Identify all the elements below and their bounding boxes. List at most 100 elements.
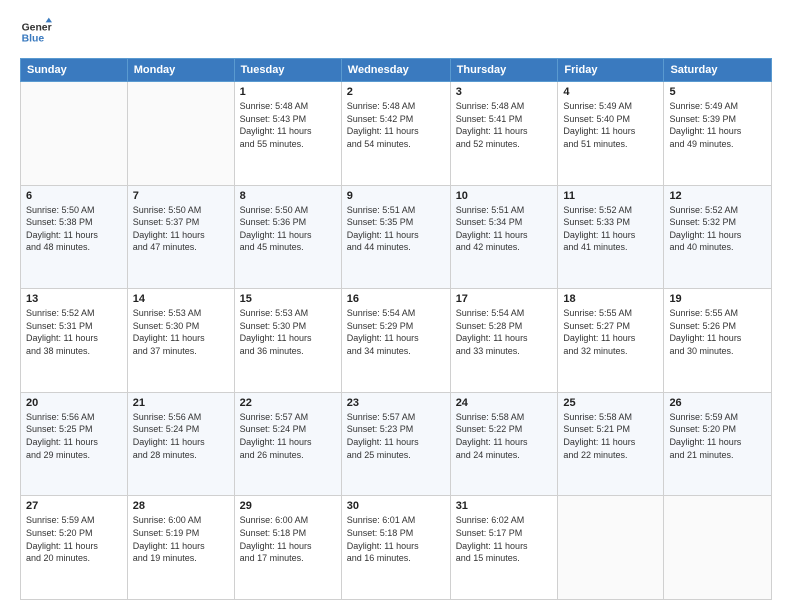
calendar-cell: 24 Sunrise: 5:58 AM Sunset: 5:22 PM Dayli… bbox=[450, 392, 558, 496]
calendar-cell: 1 Sunrise: 5:48 AM Sunset: 5:43 PM Daylig… bbox=[234, 82, 341, 186]
day-info: Sunrise: 5:59 AM Sunset: 5:20 PM Dayligh… bbox=[669, 411, 766, 461]
weekday-header-row: SundayMondayTuesdayWednesdayThursdayFrid… bbox=[21, 59, 772, 82]
calendar-cell: 23 Sunrise: 5:57 AM Sunset: 5:23 PM Dayli… bbox=[341, 392, 450, 496]
calendar-cell: 9 Sunrise: 5:51 AM Sunset: 5:35 PM Daylig… bbox=[341, 185, 450, 289]
day-info: Sunrise: 5:55 AM Sunset: 5:27 PM Dayligh… bbox=[563, 307, 658, 357]
weekday-header: Wednesday bbox=[341, 59, 450, 82]
calendar-cell: 31 Sunrise: 6:02 AM Sunset: 5:17 PM Dayli… bbox=[450, 496, 558, 600]
weekday-header: Sunday bbox=[21, 59, 128, 82]
calendar-cell: 3 Sunrise: 5:48 AM Sunset: 5:41 PM Daylig… bbox=[450, 82, 558, 186]
day-info: Sunrise: 5:52 AM Sunset: 5:33 PM Dayligh… bbox=[563, 204, 658, 254]
day-info: Sunrise: 5:59 AM Sunset: 5:20 PM Dayligh… bbox=[26, 514, 122, 564]
calendar-cell: 10 Sunrise: 5:51 AM Sunset: 5:34 PM Dayli… bbox=[450, 185, 558, 289]
day-number: 18 bbox=[563, 293, 658, 305]
day-number: 2 bbox=[347, 86, 445, 98]
day-info: Sunrise: 5:58 AM Sunset: 5:21 PM Dayligh… bbox=[563, 411, 658, 461]
day-number: 9 bbox=[347, 190, 445, 202]
day-number: 21 bbox=[133, 397, 229, 409]
calendar-cell: 16Sunrise: 5:54 AM Sunset: 5:29 PM Dayli… bbox=[341, 289, 450, 393]
svg-text:General: General bbox=[22, 22, 52, 33]
calendar-cell: 30 Sunrise: 6:01 AM Sunset: 5:18 PM Dayli… bbox=[341, 496, 450, 600]
calendar-week-row: 1 Sunrise: 5:48 AM Sunset: 5:43 PM Daylig… bbox=[21, 82, 772, 186]
day-info: Sunrise: 5:48 AM Sunset: 5:41 PM Dayligh… bbox=[456, 100, 553, 150]
calendar-cell: 21Sunrise: 5:56 AM Sunset: 5:24 PM Dayli… bbox=[127, 392, 234, 496]
day-number: 10 bbox=[456, 190, 553, 202]
day-number: 30 bbox=[347, 500, 445, 512]
calendar-cell: 17Sunrise: 5:54 AM Sunset: 5:28 PM Dayli… bbox=[450, 289, 558, 393]
day-info: Sunrise: 6:01 AM Sunset: 5:18 PM Dayligh… bbox=[347, 514, 445, 564]
calendar-cell bbox=[558, 496, 664, 600]
day-info: Sunrise: 5:51 AM Sunset: 5:35 PM Dayligh… bbox=[347, 204, 445, 254]
day-info: Sunrise: 5:57 AM Sunset: 5:24 PM Dayligh… bbox=[240, 411, 336, 461]
logo: General Blue bbox=[20, 16, 52, 48]
calendar-cell: 15Sunrise: 5:53 AM Sunset: 5:30 PM Dayli… bbox=[234, 289, 341, 393]
calendar-cell: 19Sunrise: 5:55 AM Sunset: 5:26 PM Dayli… bbox=[664, 289, 772, 393]
page: General Blue SundayMondayTuesdayWednesda… bbox=[0, 0, 792, 612]
day-number: 5 bbox=[669, 86, 766, 98]
day-info: Sunrise: 6:02 AM Sunset: 5:17 PM Dayligh… bbox=[456, 514, 553, 564]
day-number: 28 bbox=[133, 500, 229, 512]
day-info: Sunrise: 5:52 AM Sunset: 5:31 PM Dayligh… bbox=[26, 307, 122, 357]
calendar-week-row: 6 Sunrise: 5:50 AM Sunset: 5:38 PM Daylig… bbox=[21, 185, 772, 289]
svg-text:Blue: Blue bbox=[22, 34, 45, 45]
day-info: Sunrise: 5:48 AM Sunset: 5:43 PM Dayligh… bbox=[240, 100, 336, 150]
weekday-header: Thursday bbox=[450, 59, 558, 82]
day-info: Sunrise: 5:49 AM Sunset: 5:40 PM Dayligh… bbox=[563, 100, 658, 150]
calendar-cell: 2 Sunrise: 5:48 AM Sunset: 5:42 PM Daylig… bbox=[341, 82, 450, 186]
day-number: 6 bbox=[26, 190, 122, 202]
calendar-cell: 11 Sunrise: 5:52 AM Sunset: 5:33 PM Dayli… bbox=[558, 185, 664, 289]
calendar-cell: 25Sunrise: 5:58 AM Sunset: 5:21 PM Dayli… bbox=[558, 392, 664, 496]
day-info: Sunrise: 5:52 AM Sunset: 5:32 PM Dayligh… bbox=[669, 204, 766, 254]
day-info: Sunrise: 5:49 AM Sunset: 5:39 PM Dayligh… bbox=[669, 100, 766, 150]
calendar-cell bbox=[664, 496, 772, 600]
calendar-week-row: 13 Sunrise: 5:52 AM Sunset: 5:31 PM Dayli… bbox=[21, 289, 772, 393]
calendar-cell bbox=[127, 82, 234, 186]
day-info: Sunrise: 5:51 AM Sunset: 5:34 PM Dayligh… bbox=[456, 204, 553, 254]
logo-icon: General Blue bbox=[20, 16, 52, 48]
day-number: 8 bbox=[240, 190, 336, 202]
calendar-cell: 20Sunrise: 5:56 AM Sunset: 5:25 PM Dayli… bbox=[21, 392, 128, 496]
calendar-cell: 14Sunrise: 5:53 AM Sunset: 5:30 PM Dayli… bbox=[127, 289, 234, 393]
day-number: 29 bbox=[240, 500, 336, 512]
day-number: 11 bbox=[563, 190, 658, 202]
day-number: 15 bbox=[240, 293, 336, 305]
day-number: 20 bbox=[26, 397, 122, 409]
day-number: 22 bbox=[240, 397, 336, 409]
day-number: 26 bbox=[669, 397, 766, 409]
day-number: 24 bbox=[456, 397, 553, 409]
calendar-cell: 29 Sunrise: 6:00 AM Sunset: 5:18 PM Dayli… bbox=[234, 496, 341, 600]
day-info: Sunrise: 5:57 AM Sunset: 5:23 PM Dayligh… bbox=[347, 411, 445, 461]
day-info: Sunrise: 5:58 AM Sunset: 5:22 PM Dayligh… bbox=[456, 411, 553, 461]
calendar-cell: 7Sunrise: 5:50 AM Sunset: 5:37 PM Daylig… bbox=[127, 185, 234, 289]
calendar-cell: 27 Sunrise: 5:59 AM Sunset: 5:20 PM Dayli… bbox=[21, 496, 128, 600]
day-number: 19 bbox=[669, 293, 766, 305]
calendar-cell: 28 Sunrise: 6:00 AM Sunset: 5:19 PM Dayli… bbox=[127, 496, 234, 600]
day-info: Sunrise: 5:50 AM Sunset: 5:36 PM Dayligh… bbox=[240, 204, 336, 254]
day-number: 31 bbox=[456, 500, 553, 512]
calendar-cell: 4 Sunrise: 5:49 AM Sunset: 5:40 PM Daylig… bbox=[558, 82, 664, 186]
calendar-cell bbox=[21, 82, 128, 186]
day-number: 23 bbox=[347, 397, 445, 409]
day-info: Sunrise: 5:48 AM Sunset: 5:42 PM Dayligh… bbox=[347, 100, 445, 150]
day-info: Sunrise: 5:50 AM Sunset: 5:38 PM Dayligh… bbox=[26, 204, 122, 254]
calendar-table: SundayMondayTuesdayWednesdayThursdayFrid… bbox=[20, 58, 772, 600]
calendar-cell: 22 Sunrise: 5:57 AM Sunset: 5:24 PM Dayli… bbox=[234, 392, 341, 496]
day-number: 27 bbox=[26, 500, 122, 512]
day-info: Sunrise: 6:00 AM Sunset: 5:19 PM Dayligh… bbox=[133, 514, 229, 564]
day-number: 12 bbox=[669, 190, 766, 202]
weekday-header: Saturday bbox=[664, 59, 772, 82]
calendar-cell: 26 Sunrise: 5:59 AM Sunset: 5:20 PM Dayli… bbox=[664, 392, 772, 496]
calendar-cell: 8 Sunrise: 5:50 AM Sunset: 5:36 PM Daylig… bbox=[234, 185, 341, 289]
calendar-cell: 6 Sunrise: 5:50 AM Sunset: 5:38 PM Daylig… bbox=[21, 185, 128, 289]
day-info: Sunrise: 6:00 AM Sunset: 5:18 PM Dayligh… bbox=[240, 514, 336, 564]
day-number: 14 bbox=[133, 293, 229, 305]
weekday-header: Tuesday bbox=[234, 59, 341, 82]
calendar-cell: 13 Sunrise: 5:52 AM Sunset: 5:31 PM Dayli… bbox=[21, 289, 128, 393]
day-number: 4 bbox=[563, 86, 658, 98]
calendar-cell: 18 Sunrise: 5:55 AM Sunset: 5:27 PM Dayli… bbox=[558, 289, 664, 393]
day-info: Sunrise: 5:54 AM Sunset: 5:29 PM Dayligh… bbox=[347, 307, 445, 357]
day-number: 3 bbox=[456, 86, 553, 98]
day-number: 13 bbox=[26, 293, 122, 305]
day-number: 1 bbox=[240, 86, 336, 98]
day-info: Sunrise: 5:50 AM Sunset: 5:37 PM Dayligh… bbox=[133, 204, 229, 254]
